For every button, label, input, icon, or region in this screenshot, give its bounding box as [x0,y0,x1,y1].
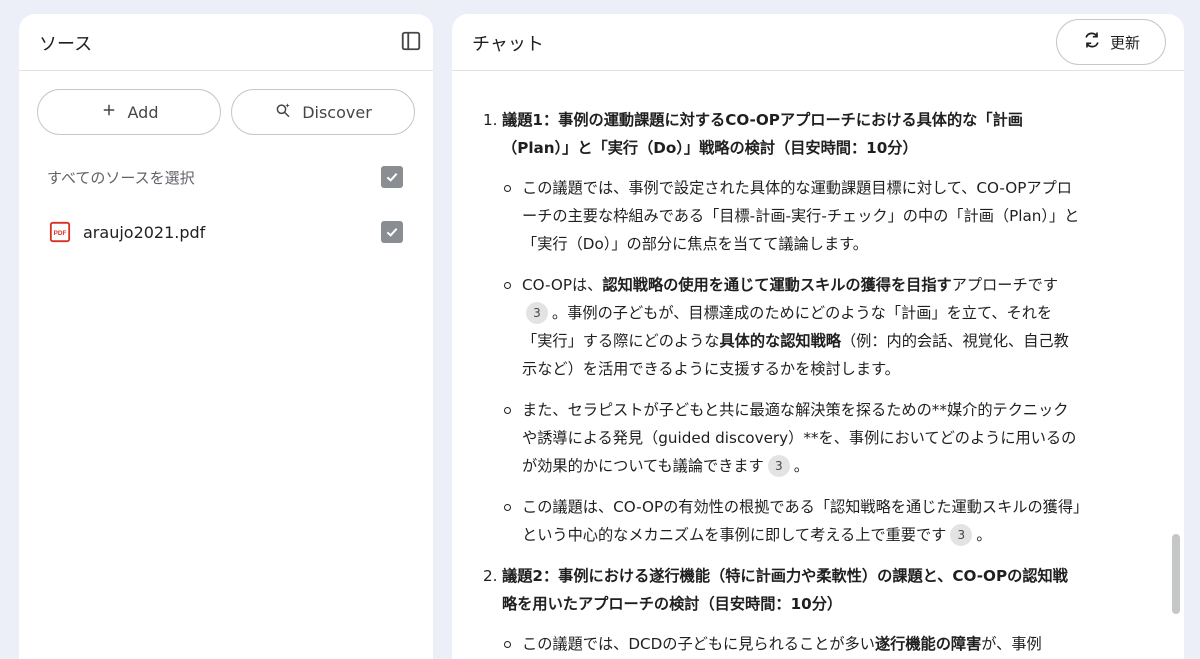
bullet-item: この議題は、CO-OPの有効性の根拠である「認知戦略を通じた運動スキルの獲得」と… [504,493,1082,549]
bullet-item: この議題では、DCDの子どもに見られることが多い遂行機能の障害が、事例 [504,630,1082,658]
topic-title: 議題1：事例の運動課題に対するCO-OPアプローチにおける具体的な「計画（Pla… [502,111,1023,157]
chat-header: チャット 更新 [452,14,1184,71]
bullet-text: 。 [976,526,992,544]
bullet-list: この議題では、事例で設定された具体的な運動課題目標に対して、CO-OPアプローチ… [482,174,1082,549]
refresh-icon [1082,30,1102,54]
select-all-label: すべてのソースを選択 [47,168,195,187]
bullet-text: この議題は、CO-OPの有効性の根拠である「認知戦略を通じた運動スキルの獲得」と… [522,498,1081,544]
search-sparkle-icon [274,101,292,123]
citation-chip[interactable]: 3 [767,455,790,477]
citation-chip[interactable]: 3 [950,524,973,546]
chat-message: 1. 議題1：事例の運動課題に対するCO-OPアプローチにおける具体的な「計画（… [482,106,1082,659]
svg-text:PDF: PDF [54,230,67,237]
pdf-icon: PDF [49,221,71,243]
bullet-text: が、事例 [981,635,1042,653]
sources-title: ソース [39,34,93,55]
chat-title: チャット [472,34,544,55]
discover-label: Discover [302,102,372,122]
bullet-text: この議題では、事例で設定された具体的な運動課題目標に対して、CO-OPアプローチ… [522,179,1080,253]
topic-number: 2. [483,567,498,585]
refresh-label: 更新 [1109,33,1140,52]
add-source-button[interactable]: Add [37,89,221,135]
bullet-text: アプローチです [951,276,1058,294]
bullet-bold-text: 認知戦略の使用を通じて運動スキルの獲得を目指す [602,276,952,294]
bullet-bold-text: 遂行機能の障害 [874,635,982,653]
chat-scrollbar[interactable] [1172,534,1180,614]
topic-title: 議題2：事例における遂行機能（特に計画力や柔軟性）の課題と、CO-OPの認知戦略… [502,567,1068,613]
sources-panel: ソース Add Discover すべてのソースを選択 PDF araujo20… [19,14,433,659]
source-name: araujo2021.pdf [83,222,206,242]
bullet-list: この議題では、DCDの子どもに見られることが多い遂行機能の障害が、事例 [482,630,1082,658]
select-all-checkbox[interactable] [381,166,403,188]
add-label: Add [127,102,159,122]
bullet-item: この議題では、事例で設定された具体的な運動課題目標に対して、CO-OPアプローチ… [504,174,1082,258]
source-checkbox[interactable] [381,221,403,243]
plus-icon [100,101,118,123]
bullet-text: CO-OPは、 [522,276,603,294]
select-all-row: すべてのソースを選択 [47,165,403,189]
sources-header: ソース [19,14,433,71]
bullet-item: CO-OPは、認知戦略の使用を通じて運動スキルの獲得を目指すアプローチです3 。事… [504,271,1082,383]
chat-panel: チャット 更新 1. 議題1：事例の運動課題に対するCO-OPアプローチにおける… [452,14,1184,659]
bullet-text: 。 [793,457,809,475]
collapse-panel-icon[interactable] [400,30,422,52]
source-actions: Add Discover [37,89,415,135]
bullet-item: また、セラピストが子どもと共に最適な解決策を探るための**媒介的テクニックや誘導… [504,396,1082,480]
refresh-button[interactable]: 更新 [1056,19,1166,65]
topic-item: 1. 議題1：事例の運動課題に対するCO-OPアプローチにおける具体的な「計画（… [482,106,1082,162]
citation-chip[interactable]: 3 [526,302,548,324]
topic-item: 2. 議題2：事例における遂行機能（特に計画力や柔軟性）の課題と、CO-OPの認… [482,562,1082,618]
bullet-bold-text: 具体的な認知戦略 [719,332,841,350]
discover-button[interactable]: Discover [231,89,415,135]
source-item[interactable]: PDF araujo2021.pdf [49,220,403,244]
bullet-text: この議題では、DCDの子どもに見られることが多い [522,635,875,653]
topic-number: 1. [483,111,498,129]
